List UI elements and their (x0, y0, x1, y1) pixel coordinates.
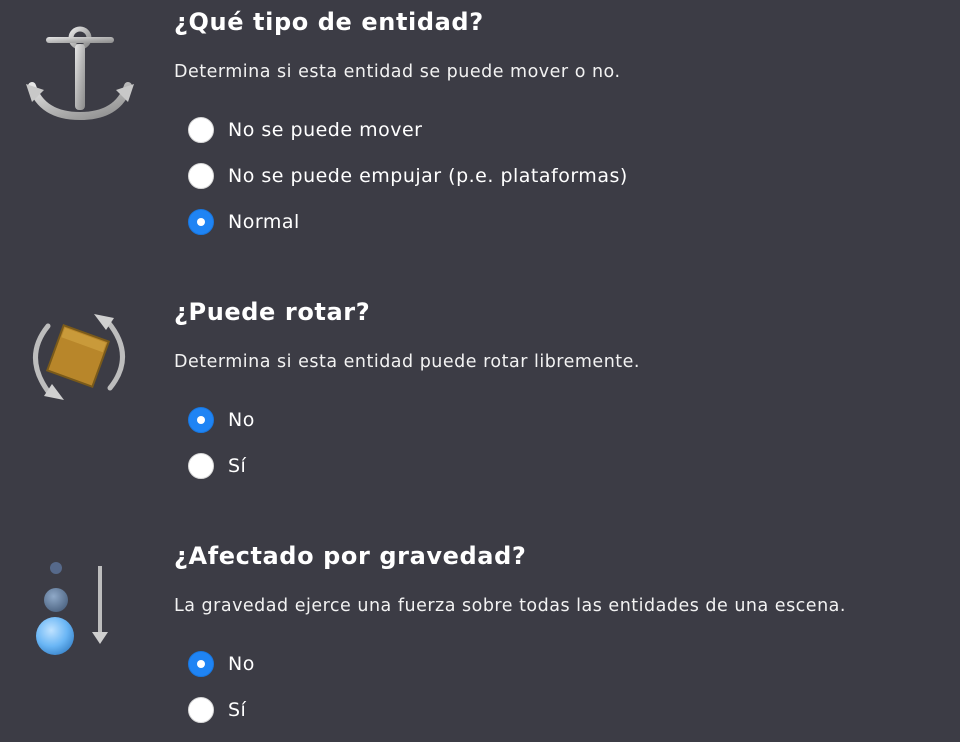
gravity-description: La gravedad ejerce una fuerza sobre toda… (174, 596, 846, 616)
option-normal[interactable]: Normal (188, 208, 300, 236)
radio-button-selected[interactable] (188, 651, 214, 677)
gravity-title: ¿Afectado por gravedad? (174, 542, 527, 570)
option-no-se-puede-empujar[interactable]: No se puede empujar (p.e. plataformas) (188, 162, 628, 190)
option-gravity-no[interactable]: No (188, 650, 255, 678)
radio-button[interactable] (188, 117, 214, 143)
rotation-description: Determina si esta entidad puede rotar li… (174, 352, 640, 372)
option-label: No se puede mover (228, 119, 423, 141)
option-no-se-puede-mover[interactable]: No se puede mover (188, 116, 422, 144)
gravity-icon (18, 548, 142, 672)
rotation-title: ¿Puede rotar? (174, 298, 371, 326)
option-label: Sí (228, 699, 247, 721)
radio-button[interactable] (188, 163, 214, 189)
option-label: No se puede empujar (p.e. plataformas) (228, 165, 628, 187)
option-rotate-si[interactable]: Sí (188, 452, 246, 480)
entity-type-description: Determina si esta entidad se puede mover… (174, 62, 621, 82)
entity-type-title: ¿Qué tipo de entidad? (174, 8, 484, 36)
radio-button[interactable] (188, 453, 214, 479)
radio-button-selected[interactable] (188, 407, 214, 433)
rotate-icon (18, 296, 142, 420)
option-label: No (228, 409, 255, 431)
radio-button[interactable] (188, 697, 214, 723)
option-gravity-si[interactable]: Sí (188, 696, 246, 724)
radio-button-selected[interactable] (188, 209, 214, 235)
option-label: Normal (228, 211, 300, 233)
option-label: No (228, 653, 255, 675)
anchor-icon (18, 4, 142, 128)
option-rotate-no[interactable]: No (188, 406, 255, 434)
option-label: Sí (228, 455, 247, 477)
